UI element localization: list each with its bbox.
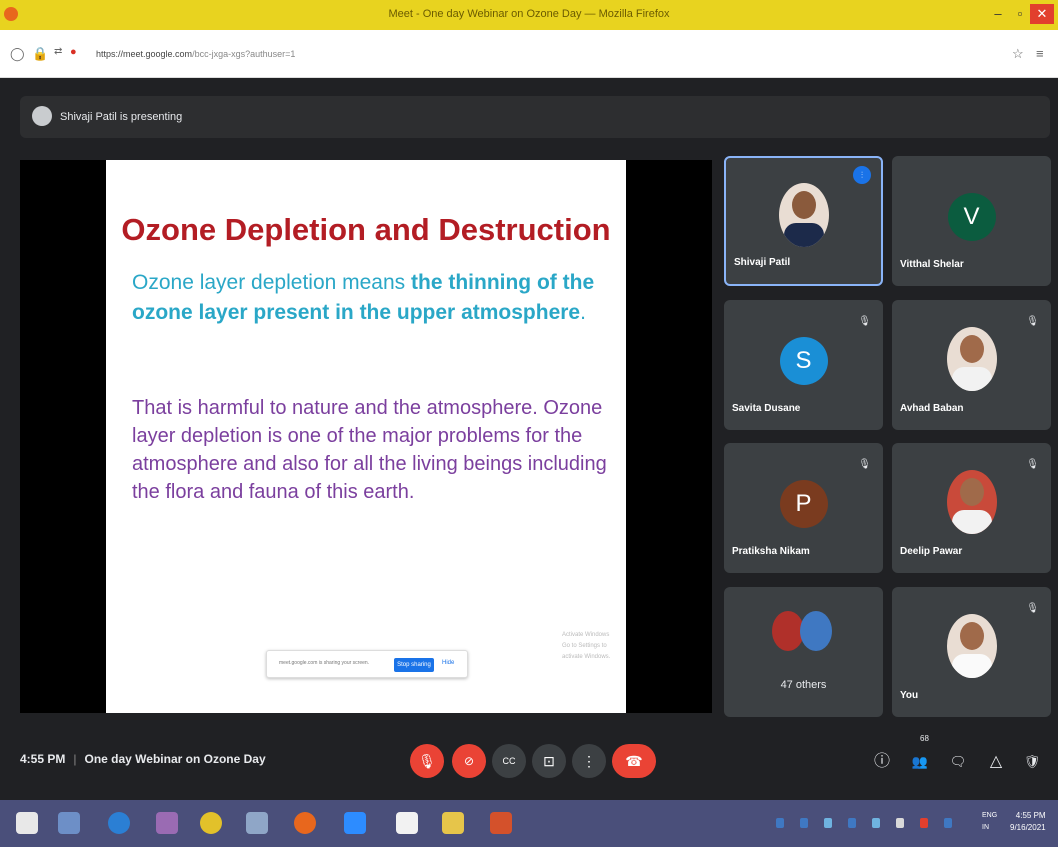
participant-tile[interactable]: P 🎙 Pratiksha Nikam — [724, 443, 883, 573]
slide-title: Ozone Depletion and Destruction — [121, 212, 611, 247]
participant-name: Avhad Baban — [900, 403, 964, 414]
chat-icon[interactable]: 🗨 — [946, 750, 970, 774]
slide-paragraph-1: Ozone layer depletion means the thinning… — [132, 271, 595, 324]
activate-windows-watermark: Activate Windows Go to Settings to activ… — [562, 632, 611, 660]
document-icon[interactable] — [396, 812, 418, 834]
mic-muted-icon: 🎙 — [858, 459, 871, 470]
meeting-time: 4:55 PM — [20, 752, 66, 766]
avatar: V — [947, 193, 996, 241]
permissions-icon[interactable]: ⇄ — [54, 46, 62, 57]
people-app-icon[interactable] — [156, 812, 178, 834]
powerpoint-icon[interactable] — [490, 812, 512, 834]
avatar — [800, 611, 832, 651]
participant-name: Pratiksha Nikam — [732, 546, 810, 557]
avatar: S — [779, 337, 828, 385]
shield-icon[interactable]: ◯ — [10, 46, 25, 62]
participant-tile[interactable]: 🎙 Avhad Baban — [892, 300, 1051, 430]
tray-icon[interactable] — [848, 818, 856, 828]
activities-icon[interactable]: △ — [984, 750, 1008, 774]
tray-icon[interactable] — [824, 818, 832, 828]
minimize-button[interactable]: – — [986, 4, 1010, 24]
edge-icon[interactable] — [108, 812, 130, 834]
camera-permission-icon[interactable]: ● — [70, 46, 77, 58]
meeting-details: 4:55 PM | One day Webinar on Ozone Day — [20, 752, 266, 766]
presenting-banner: Shivaji Patil is presenting — [20, 96, 1050, 138]
avatar — [946, 614, 997, 678]
avatar: P — [779, 480, 828, 528]
self-tile[interactable]: 🎙 You — [892, 587, 1051, 717]
tray-icon[interactable] — [920, 818, 928, 828]
avatar — [778, 183, 829, 247]
more-options-button[interactable]: ⋮ — [572, 744, 606, 778]
host-controls-icon[interactable]: 🛡 — [1020, 750, 1044, 774]
slide-paragraph-2: That is harmful to nature and the atmosp… — [132, 397, 607, 503]
shared-slide: Ozone Depletion and Destruction Ozone la… — [106, 160, 626, 713]
presenter-avatar — [32, 106, 52, 126]
chrome-icon[interactable] — [200, 812, 222, 834]
sharing-notice-text: meet.google.com is sharing your screen. — [279, 660, 370, 666]
screen-sharing-banner: meet.google.com is sharing your screen. … — [266, 650, 468, 678]
participant-name: Savita Dusane — [732, 403, 801, 414]
leave-call-button[interactable]: ☎ — [612, 744, 656, 778]
camera-toggle-button[interactable]: ⊘ — [452, 744, 486, 778]
meeting-name: One day Webinar on Ozone Day — [84, 752, 266, 766]
browser-title-bar: Meet - One day Webinar on Ozone Day — Mo… — [0, 0, 1058, 30]
participant-tile[interactable]: ⫶ Shivaji Patil — [724, 156, 883, 286]
menu-icon[interactable]: ≡ — [1036, 46, 1044, 61]
participant-name: You — [900, 690, 919, 701]
info-icon[interactable]: ⓘ — [870, 750, 894, 774]
language-indicator[interactable]: ENG IN — [982, 810, 997, 834]
mic-muted-icon: 🎙 — [858, 316, 871, 327]
window-title: Meet - One day Webinar on Ozone Day — Mo… — [388, 8, 670, 20]
participant-tile[interactable]: S 🎙 Savita Dusane — [724, 300, 883, 430]
maximize-button[interactable]: ▫ — [1008, 4, 1032, 24]
tray-icon[interactable] — [776, 818, 784, 828]
mic-muted-icon: 🎙 — [1026, 316, 1039, 327]
participant-name: Shivaji Patil — [734, 257, 791, 268]
avatar — [946, 470, 997, 534]
tray-icon[interactable] — [800, 818, 808, 828]
participant-name: Vitthal Shelar — [900, 259, 964, 270]
tray-icon[interactable] — [944, 818, 952, 828]
app-icon[interactable] — [246, 812, 268, 834]
participant-tile[interactable]: 🎙 Deelip Pawar — [892, 443, 1051, 573]
present-now-button[interactable]: ⊡ — [532, 744, 566, 778]
presenting-text: Shivaji Patil is presenting — [60, 111, 183, 123]
others-count-label: 47 others — [780, 679, 827, 691]
url-text[interactable]: https://meet.google.com/bcc-jxga-xgs?aut… — [96, 49, 295, 59]
mic-muted-icon: 🎙 — [1026, 603, 1039, 614]
file-explorer-icon[interactable] — [442, 812, 464, 834]
firefox-taskbar-icon[interactable] — [294, 812, 316, 834]
taskbar-clock[interactable]: 4:55 PM 9/16/2021 — [1010, 810, 1046, 834]
tray-icon[interactable] — [872, 818, 880, 828]
bookmark-star-icon[interactable]: ☆ — [1012, 46, 1024, 62]
address-bar[interactable]: ◯ 🔒 ⇄ ● https://meet.google.com/bcc-jxga… — [0, 30, 1058, 78]
speaking-indicator-icon: ⫶ — [853, 166, 871, 184]
start-icon[interactable] — [16, 812, 38, 834]
windows-taskbar: ENG IN 4:55 PM 9/16/2021 — [0, 800, 1058, 847]
others-tile[interactable]: 47 others — [724, 587, 883, 717]
hide-banner-button[interactable]: Hide — [442, 660, 454, 666]
people-icon[interactable]: 👥 — [908, 750, 932, 774]
avatar — [946, 327, 997, 391]
tray-icon[interactable] — [896, 818, 904, 828]
mic-toggle-button[interactable]: 🎙 — [410, 744, 444, 778]
task-view-icon[interactable] — [58, 812, 80, 834]
people-count-badge: 68 — [920, 734, 929, 743]
lock-icon[interactable]: 🔒 — [32, 46, 48, 62]
close-window-button[interactable]: ✕ — [1030, 4, 1054, 24]
captions-button[interactable]: CC — [492, 744, 526, 778]
participant-name: Deelip Pawar — [900, 546, 963, 557]
participant-tile[interactable]: V Vitthal Shelar — [892, 156, 1051, 286]
stop-sharing-button[interactable]: Stop sharing — [394, 658, 434, 672]
zoom-icon[interactable] — [344, 812, 366, 834]
mic-muted-icon: 🎙 — [1026, 459, 1039, 470]
